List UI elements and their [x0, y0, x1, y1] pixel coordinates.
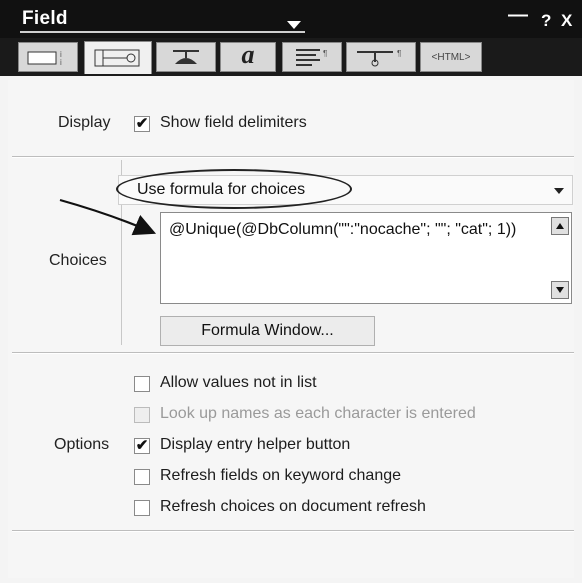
choices-section-label: Choices	[49, 252, 107, 269]
entry-helper-checkbox[interactable]: ✔	[134, 438, 150, 454]
lookup-names-label: Look up names as each character is enter…	[160, 405, 476, 422]
allow-values-checkbox[interactable]	[134, 376, 150, 392]
choices-formula-input[interactable]: @Unique(@DbColumn("":"nocache"; ""; "cat…	[160, 212, 572, 304]
refresh-choices-label: Refresh choices on document refresh	[160, 498, 426, 515]
section-divider	[12, 352, 574, 354]
section-divider	[12, 530, 574, 532]
options-section-label: Options	[54, 436, 110, 453]
lookup-names-checkbox	[134, 407, 150, 423]
formula-window-button[interactable]: Formula Window...	[160, 316, 375, 346]
scroll-down-button[interactable]	[551, 281, 569, 299]
allow-values-label: Allow values not in list	[160, 374, 317, 391]
field-properties-window: Field — ? X i i a ¶ ¶ <HTML> Display ✔ S…	[0, 0, 582, 583]
scroll-up-button[interactable]	[551, 217, 569, 235]
entry-helper-label: Display entry helper button	[160, 436, 351, 453]
refresh-fields-checkbox[interactable]	[134, 469, 150, 485]
choices-formula-text: @Unique(@DbColumn("":"nocache"; ""; "cat…	[169, 221, 517, 238]
refresh-fields-label: Refresh fields on keyword change	[160, 467, 402, 484]
refresh-choices-checkbox[interactable]	[134, 500, 150, 516]
